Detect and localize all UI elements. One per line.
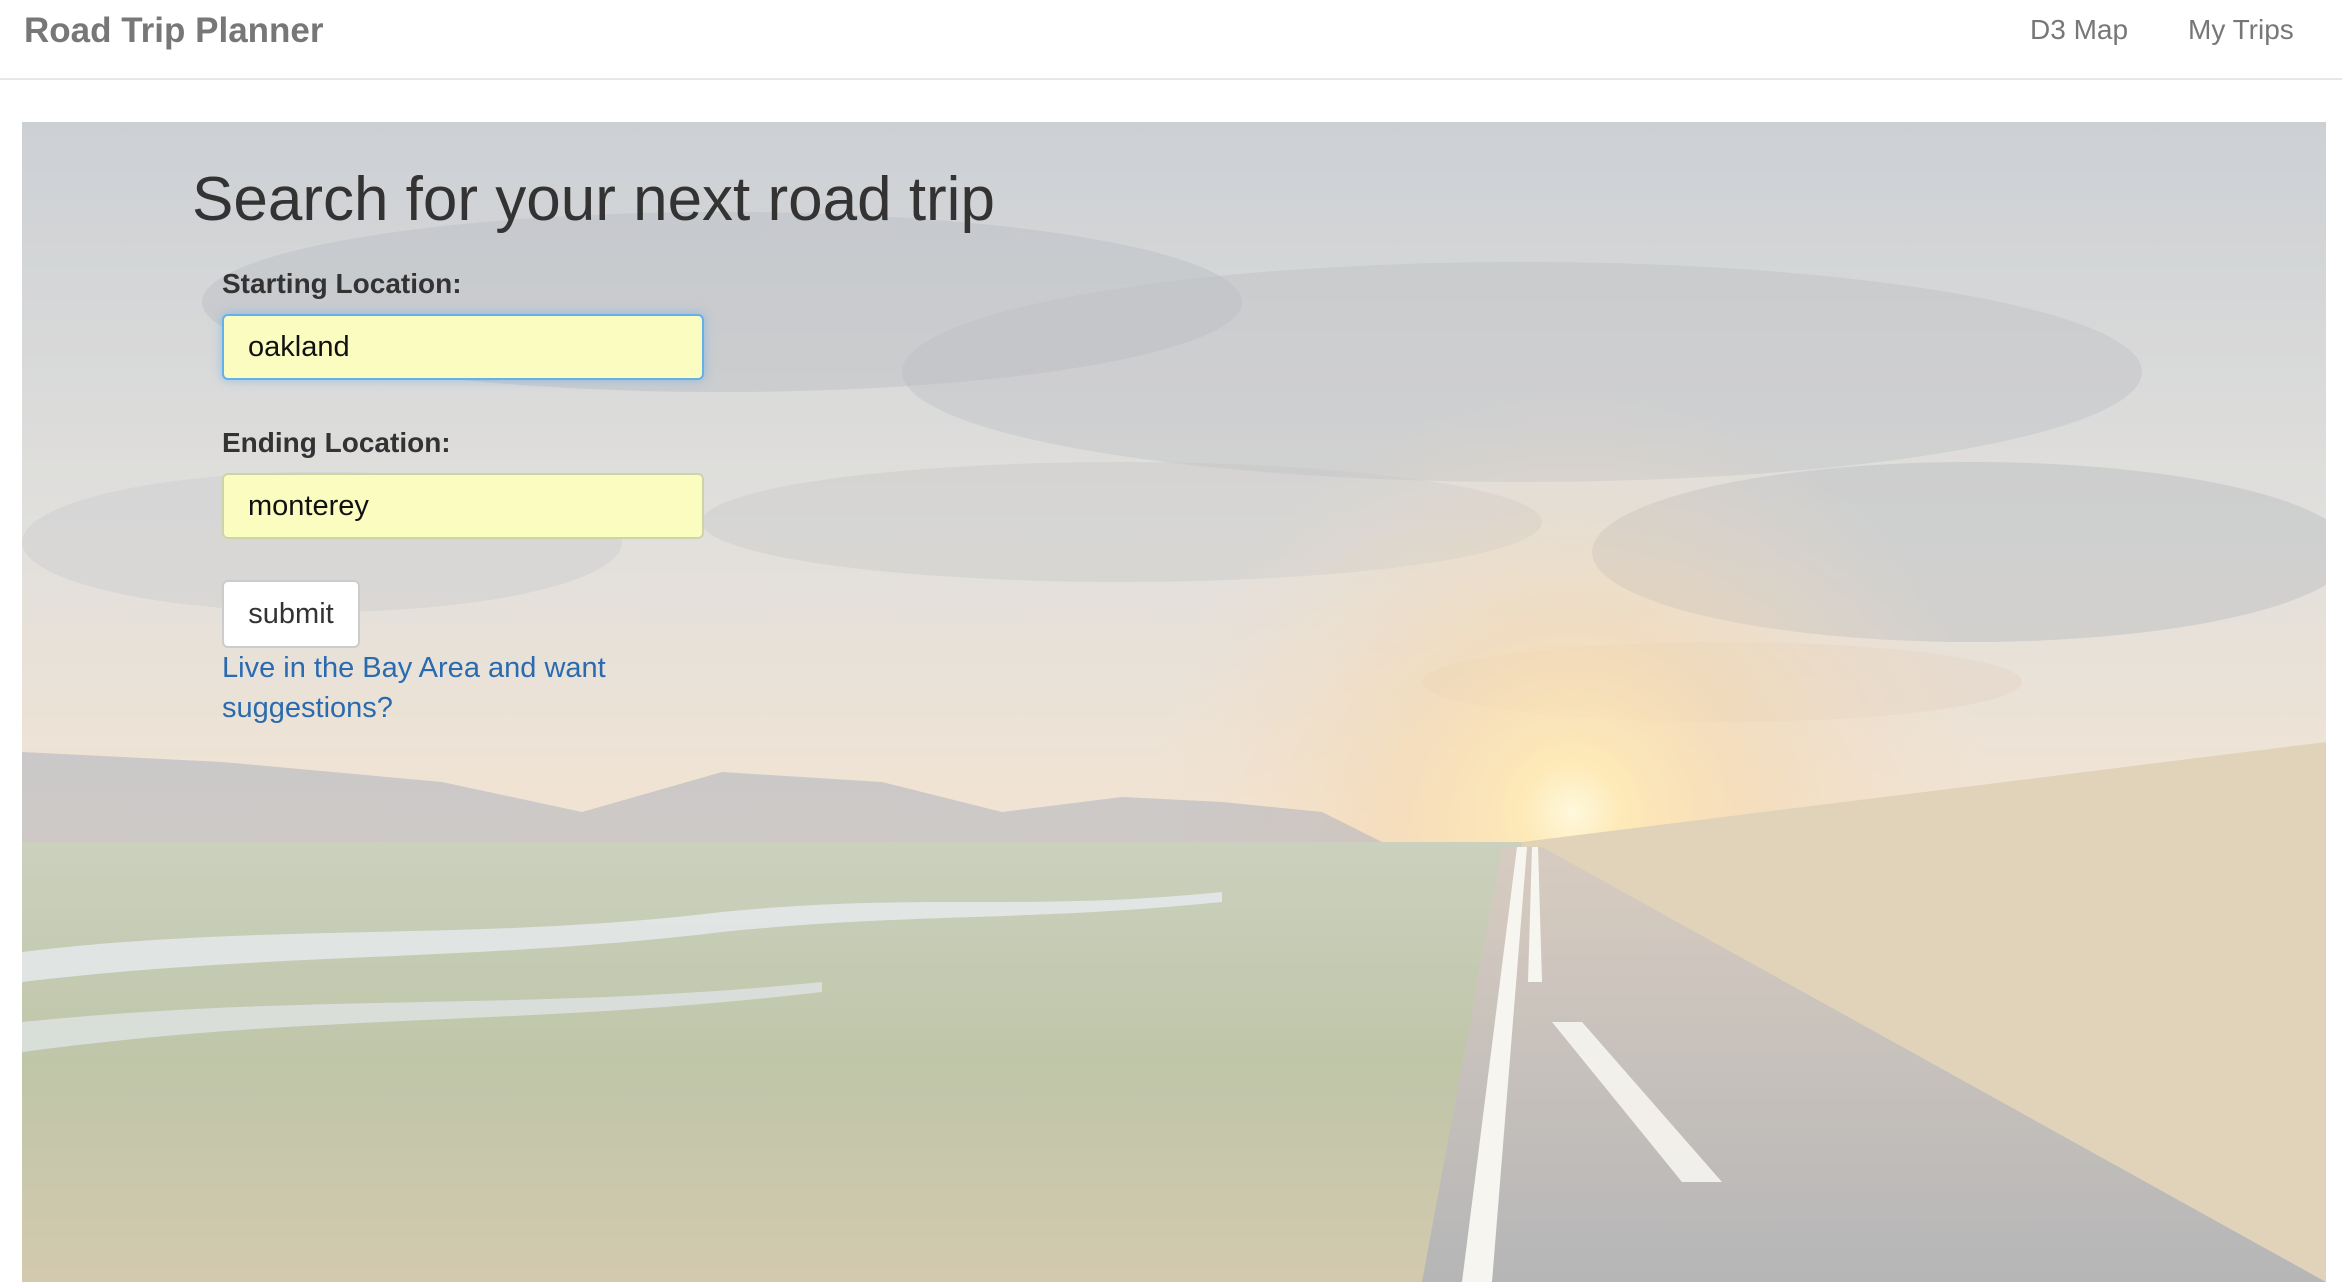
ending-location-label: Ending Location: xyxy=(222,427,451,458)
starting-location-label: Starting Location: xyxy=(222,268,462,299)
starting-location-input[interactable] xyxy=(222,314,704,380)
bay-area-suggestions-link[interactable]: Live in the Bay Area and want suggestion… xyxy=(222,648,642,728)
page-title: Search for your next road trip xyxy=(192,165,995,234)
search-form: Search for your next road trip Starting … xyxy=(0,0,2342,1282)
submit-button[interactable]: submit xyxy=(222,580,360,648)
ending-location-input[interactable] xyxy=(222,473,704,539)
